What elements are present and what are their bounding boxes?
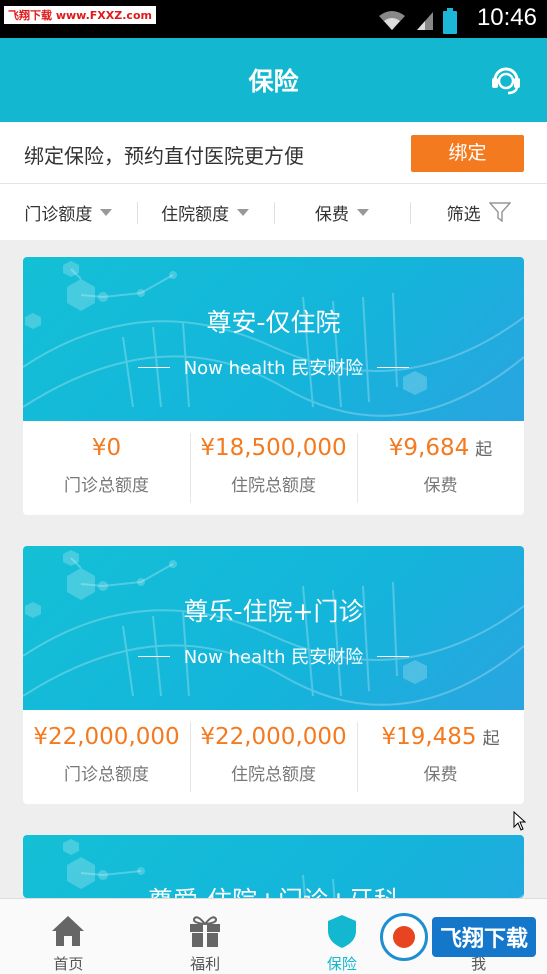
filter-bar: 门诊额度 住院额度 保费 筛选: [0, 184, 547, 240]
stat-value: ¥18,500,000: [200, 435, 347, 461]
mouse-cursor-icon: [513, 811, 527, 831]
from-suffix: 起: [475, 440, 493, 460]
insurer-name: Now health 民安财险: [183, 647, 364, 668]
product-subtitle: Now health 民安财险: [23, 354, 524, 380]
fxxz-watermark: 飞翔下载: [380, 912, 540, 962]
stat-value: ¥0: [91, 435, 122, 461]
caret-down-icon: [100, 208, 113, 216]
fxxz-logo-icon: [380, 913, 428, 961]
stat-value: ¥22,000,000: [33, 724, 180, 750]
from-suffix: 起: [482, 729, 500, 749]
product-stats: ¥0 门诊总额度 ¥18,500,000 住院总额度 ¥9,684 起 保费: [23, 421, 524, 515]
bind-prompt-text: 绑定保险，预约直付医院更方便: [24, 144, 304, 168]
filter-label: 筛选: [446, 204, 481, 225]
signal-icon: [417, 12, 433, 30]
product-banner: 尊乐-住院+门诊 Now health 民安财险: [23, 546, 524, 710]
tab-label: 首页: [53, 955, 84, 973]
tab-home[interactable]: 首页: [0, 899, 137, 974]
filter-label: 门诊额度: [24, 204, 93, 225]
tab-benefits[interactable]: 福利: [137, 899, 274, 974]
stat-label: 门诊总额度: [64, 476, 149, 496]
filter-premium[interactable]: 保费: [273, 200, 411, 225]
shield-icon: [327, 915, 356, 948]
stat-inpatient: ¥22,000,000 住院总额度: [190, 710, 357, 804]
stat-outpatient: ¥0 门诊总额度: [23, 421, 190, 515]
filter-label: 住院额度: [161, 204, 230, 225]
stat-label: 住院总额度: [231, 476, 316, 496]
stat-label: 保费: [423, 476, 458, 496]
stat-premium: ¥19,485 起 保费: [357, 710, 524, 804]
watermark-text: 飞翔下载: [432, 917, 537, 957]
app-header: 保险: [0, 38, 547, 122]
watermark: 飞翔下载 www.FXXZ.com: [4, 6, 156, 24]
stat-value: ¥22,000,000: [200, 724, 347, 750]
filter-label: 保费: [314, 204, 349, 225]
filter-inpatient-limit[interactable]: 住院额度: [136, 200, 274, 225]
divider: [137, 366, 170, 368]
funnel-icon: [488, 202, 511, 222]
wifi-icon: [379, 11, 405, 30]
product-subtitle: Now health 民安财险: [23, 643, 524, 669]
product-stats: ¥22,000,000 门诊总额度 ¥22,000,000 住院总额度 ¥19,…: [23, 710, 524, 804]
insurer-name: Now health 民安财险: [183, 358, 364, 379]
stat-value: ¥9,684: [388, 435, 470, 461]
home-icon: [52, 916, 85, 946]
product-banner: 尊安-仅住院 Now health 民安财险: [23, 257, 524, 421]
stat-value: ¥19,485: [381, 724, 477, 750]
bind-insurance-bar: 绑定保险，预约直付医院更方便 绑定: [0, 122, 547, 184]
divider: [137, 655, 170, 657]
stat-label: 住院总额度: [231, 765, 316, 785]
stat-premium: ¥9,684 起 保费: [357, 421, 524, 515]
filter-outpatient-limit[interactable]: 门诊额度: [0, 200, 137, 225]
gift-icon: [190, 916, 221, 947]
product-name: 尊乐-住院+门诊: [183, 597, 364, 626]
headset-icon[interactable]: [489, 62, 523, 96]
product-card[interactable]: 尊爱-住院+门诊+牙科: [23, 835, 524, 898]
divider: [377, 655, 410, 657]
battery-icon: [443, 8, 457, 34]
product-name: 尊爱-住院+门诊+牙科: [23, 881, 524, 898]
bind-button[interactable]: 绑定: [411, 135, 524, 172]
product-card[interactable]: 尊乐-住院+门诊 Now health 民安财险 ¥22,000,000 门诊总…: [23, 546, 524, 804]
stat-outpatient: ¥22,000,000 门诊总额度: [23, 710, 190, 804]
stat-inpatient: ¥18,500,000 住院总额度: [190, 421, 357, 515]
status-bar: 飞翔下载 www.FXXZ.com 10:46: [0, 0, 547, 38]
divider: [377, 366, 410, 368]
stat-label: 保费: [423, 765, 458, 785]
product-banner: 尊爱-住院+门诊+牙科: [23, 835, 524, 898]
caret-down-icon: [237, 208, 250, 216]
tab-label: 福利: [190, 955, 221, 973]
dna-pattern-decoration: [23, 261, 524, 417]
filter-screen[interactable]: 筛选: [410, 200, 547, 225]
clock: 10:46: [476, 4, 537, 31]
stat-label: 门诊总额度: [64, 765, 149, 785]
product-card[interactable]: 尊安-仅住院 Now health 民安财险 ¥0 门诊总额度 ¥18,500,…: [23, 257, 524, 515]
caret-down-icon: [356, 208, 369, 216]
page-title: 保险: [248, 67, 299, 96]
dna-pattern-decoration: [23, 550, 524, 706]
product-name: 尊安-仅住院: [206, 308, 341, 337]
